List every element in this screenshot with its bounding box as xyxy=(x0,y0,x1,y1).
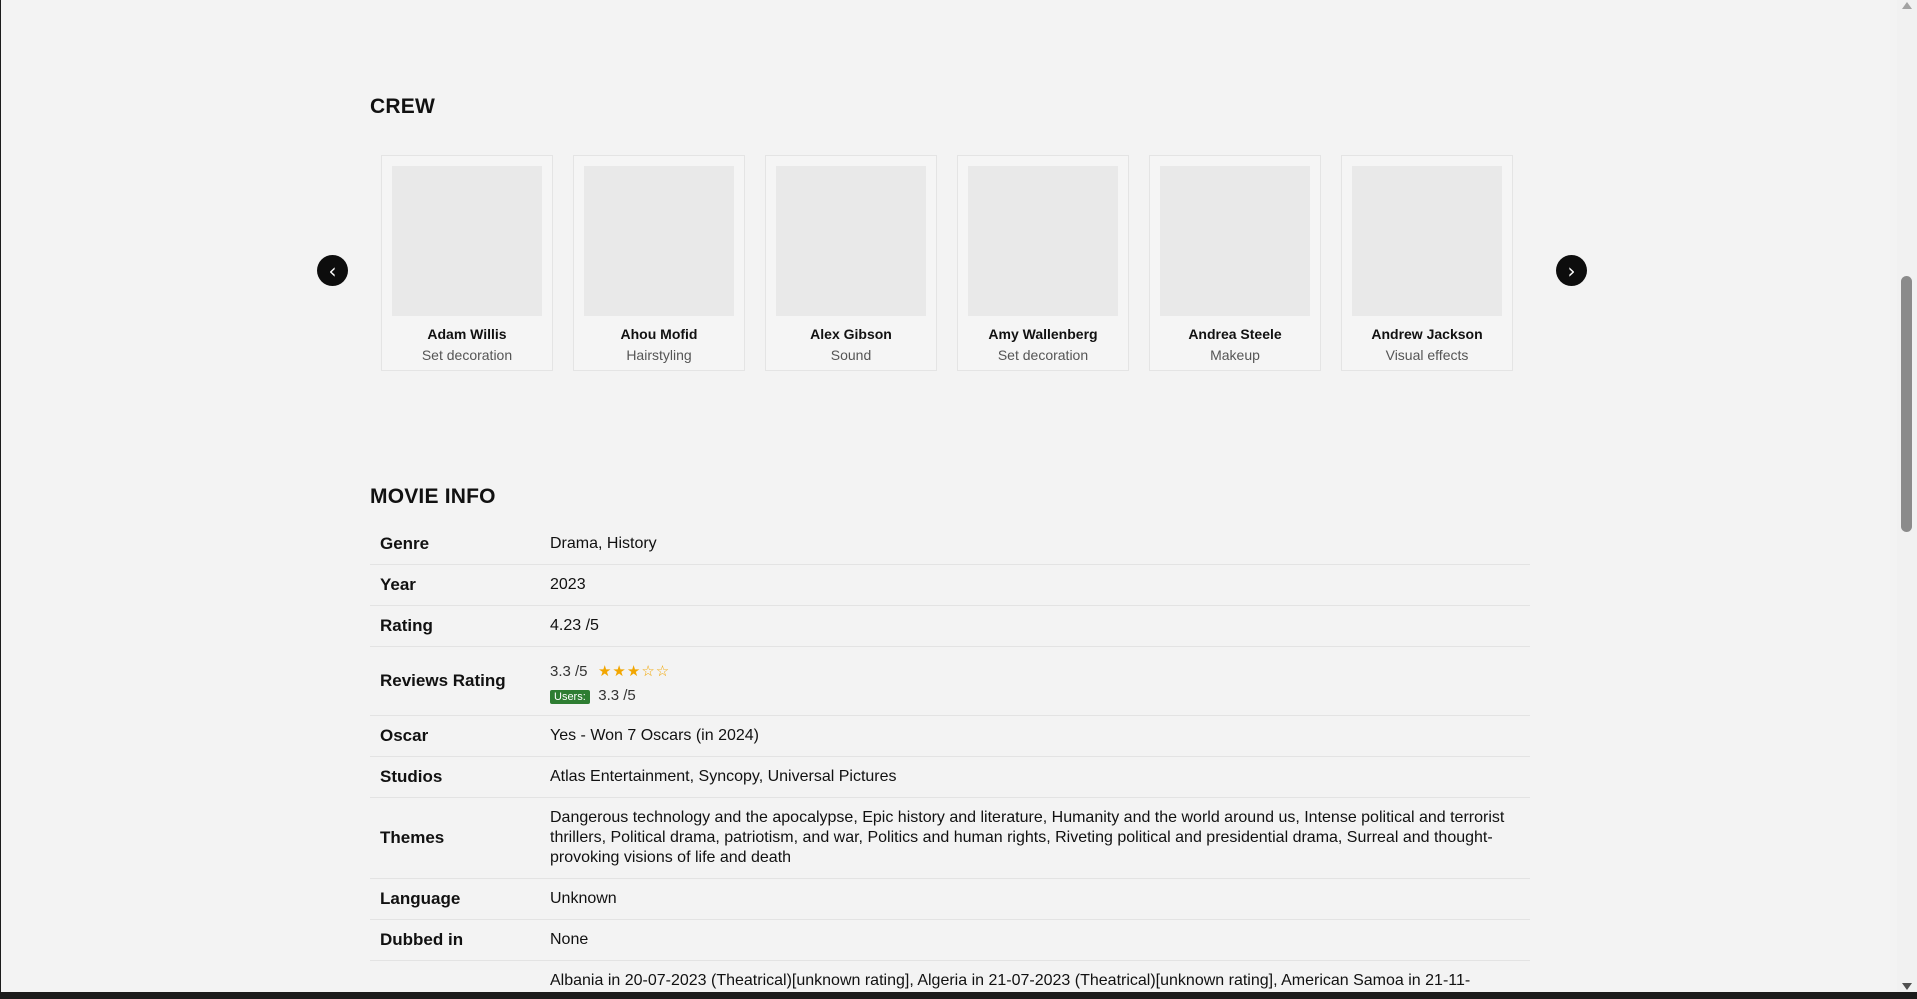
info-value: 3.3 /5 ★★★☆☆ Users: 3.3 /5 xyxy=(540,646,1530,716)
crew-name: Amy Wallenberg xyxy=(988,326,1098,342)
info-value: 2023 xyxy=(540,564,1530,606)
info-key: Reviews Rating xyxy=(370,646,540,716)
info-key: Rating xyxy=(370,605,540,647)
info-row-releases: Albania in 20-07-2023 (Theatrical)[unkno… xyxy=(370,960,1530,992)
crew-role: Sound xyxy=(830,347,872,363)
info-row-studios: Studios Atlas Entertainment, Syncopy, Un… xyxy=(370,756,1530,798)
crew-card-list: Adam Willis Set decoration Ahou Mofid Ha… xyxy=(381,155,1513,371)
crew-role: Set decoration xyxy=(997,347,1089,363)
scrollbar-thumb[interactable] xyxy=(1901,276,1912,532)
crew-card[interactable]: Adam Willis Set decoration xyxy=(381,155,553,371)
page-viewport: CREW ‹ Adam Willis Set decoration Ahou M… xyxy=(1,0,1897,992)
users-badge: Users: xyxy=(550,689,590,704)
info-row-oscar: Oscar Yes - Won 7 Oscars (in 2024) xyxy=(370,715,1530,757)
movie-info-table: Genre Drama, History Year 2023 Rating 4.… xyxy=(370,524,1530,992)
crew-photo-placeholder xyxy=(584,166,734,316)
crew-role: Set decoration xyxy=(421,347,513,363)
info-key: Year xyxy=(370,564,540,606)
crew-photo-placeholder xyxy=(968,166,1118,316)
crew-photo-placeholder xyxy=(776,166,926,316)
crew-card[interactable]: Ahou Mofid Hairstyling xyxy=(573,155,745,371)
info-value: Drama, History xyxy=(540,524,1530,565)
info-key xyxy=(370,960,540,992)
crew-card[interactable]: Andrea Steele Makeup xyxy=(1149,155,1321,371)
crew-role: Visual effects xyxy=(1385,347,1469,363)
crew-role: Makeup xyxy=(1210,347,1260,363)
chevron-right-icon: › xyxy=(1567,258,1576,283)
info-value: 4.23 /5 xyxy=(540,605,1530,647)
crew-photo-placeholder xyxy=(1352,166,1502,316)
crew-name: Ahou Mofid xyxy=(620,326,698,342)
carousel-next-button[interactable]: › xyxy=(1556,255,1587,286)
info-value: Yes - Won 7 Oscars (in 2024) xyxy=(540,715,1530,757)
movie-info-section-title: MOVIE INFO xyxy=(370,485,496,508)
crew-role: Hairstyling xyxy=(626,347,692,363)
star-rating-icon: ★★★☆☆ xyxy=(597,662,671,680)
carousel-prev-button[interactable]: ‹ xyxy=(317,255,348,286)
crew-photo-placeholder xyxy=(392,166,542,316)
crew-name: Alex Gibson xyxy=(810,326,892,342)
info-row-reviews-rating: Reviews Rating 3.3 /5 ★★★☆☆ Users: 3.3 /… xyxy=(370,646,1530,716)
vertical-scrollbar[interactable] xyxy=(1897,0,1917,992)
crew-section-title: CREW xyxy=(370,95,435,118)
info-key: Genre xyxy=(370,524,540,565)
crew-name: Andrew Jackson xyxy=(1371,326,1483,342)
crew-name: Andrea Steele xyxy=(1188,326,1282,342)
crew-photo-placeholder xyxy=(1160,166,1310,316)
info-key: Oscar xyxy=(370,715,540,757)
chevron-left-icon: ‹ xyxy=(328,258,337,283)
info-row-language: Language Unknown xyxy=(370,878,1530,920)
info-row-rating: Rating 4.23 /5 xyxy=(370,605,1530,647)
users-rating: 3.3 /5 xyxy=(598,686,636,704)
info-key: Language xyxy=(370,878,540,920)
crew-card[interactable]: Alex Gibson Sound xyxy=(765,155,937,371)
info-value: Dangerous technology and the apocalypse,… xyxy=(540,797,1530,879)
info-value: Albania in 20-07-2023 (Theatrical)[unkno… xyxy=(540,960,1530,992)
window-bottom-edge xyxy=(0,992,1917,999)
crew-name: Adam Willis xyxy=(427,326,507,342)
info-value: Unknown xyxy=(540,878,1530,920)
critics-rating: 3.3 /5 xyxy=(550,662,588,680)
info-row-themes: Themes Dangerous technology and the apoc… xyxy=(370,797,1530,879)
scroll-up-arrow-icon[interactable] xyxy=(1902,2,1912,9)
info-row-genre: Genre Drama, History xyxy=(370,524,1530,565)
info-value: None xyxy=(540,919,1530,961)
crew-card[interactable]: Andrew Jackson Visual effects xyxy=(1341,155,1513,371)
crew-card[interactable]: Amy Wallenberg Set decoration xyxy=(957,155,1129,371)
info-row-year: Year 2023 xyxy=(370,564,1530,606)
info-key: Themes xyxy=(370,797,540,879)
info-value: Atlas Entertainment, Syncopy, Universal … xyxy=(540,756,1530,798)
scroll-down-arrow-icon[interactable] xyxy=(1902,983,1912,990)
crew-carousel: ‹ Adam Willis Set decoration Ahou Mofid … xyxy=(317,155,1587,375)
info-key: Studios xyxy=(370,756,540,798)
info-key: Dubbed in xyxy=(370,919,540,961)
info-row-dubbed: Dubbed in None xyxy=(370,919,1530,961)
